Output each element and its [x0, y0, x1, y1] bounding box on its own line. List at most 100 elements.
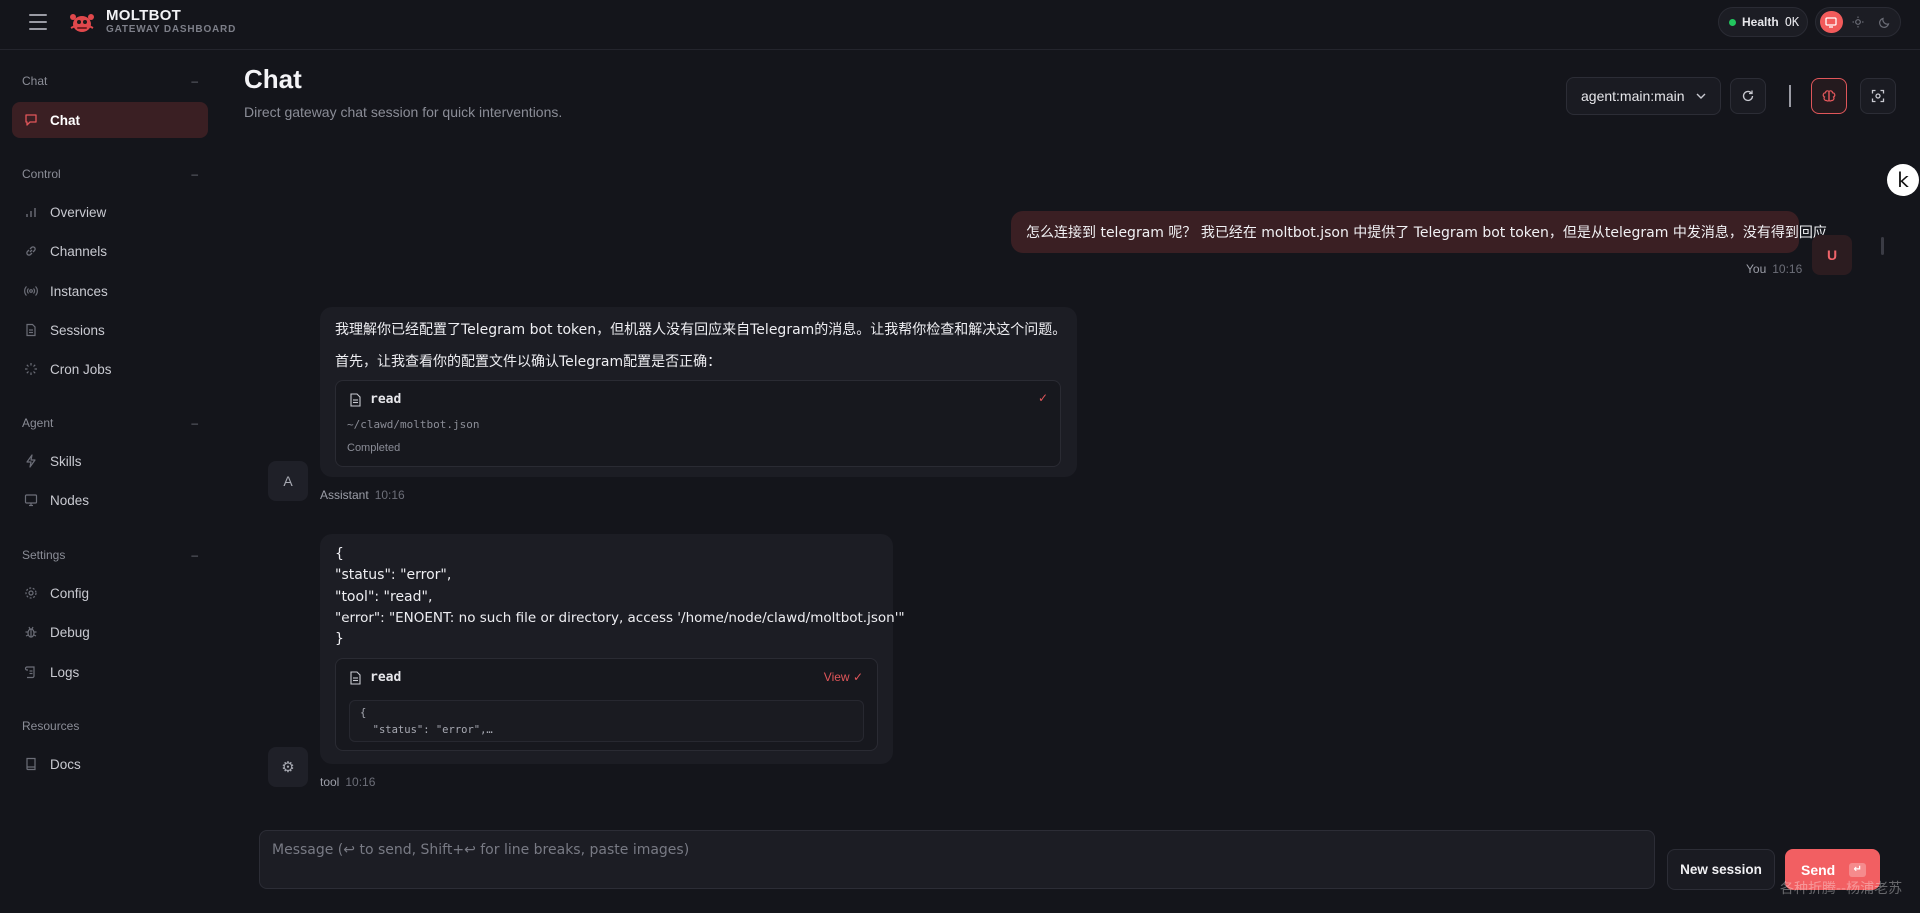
brand-title: MOLTBOT	[106, 7, 182, 24]
file-icon	[24, 323, 38, 337]
bug-icon	[24, 625, 38, 639]
tool-output-card[interactable]: read View ✓ { "status": "error",…	[335, 658, 878, 751]
sidebar-item-instances[interactable]: Instances	[12, 273, 208, 309]
monitor-icon	[24, 493, 38, 507]
message-author: You	[1746, 262, 1767, 276]
tool-name: read	[370, 392, 402, 407]
theme-dark-button[interactable]	[1873, 11, 1896, 33]
sidebar-item-nodes[interactable]: Nodes	[12, 482, 208, 518]
message-composer	[259, 830, 1655, 889]
file-icon	[350, 671, 361, 685]
sidebar-item-skills[interactable]: Skills	[12, 443, 208, 479]
sidebar-item-chat[interactable]: Chat	[12, 102, 208, 138]
tool-avatar: ⚙	[268, 747, 308, 787]
top-bar: MOLTBOT GATEWAY DASHBOARD Health OK	[0, 0, 1920, 50]
tool-call-card[interactable]: read ✓ ~/clawd/moltbot.json Completed	[335, 380, 1061, 467]
monitor-icon	[1825, 16, 1837, 28]
sidebar-item-label: Skills	[50, 453, 82, 469]
preview-line: "status": "error",…	[360, 724, 493, 736]
message-author: tool	[320, 775, 340, 789]
send-label: Send	[1801, 861, 1836, 878]
tool-result-bubble: { "status": "error", "tool": "read", "er…	[320, 534, 905, 764]
sidebar-item-cron-jobs[interactable]: Cron Jobs	[12, 351, 208, 387]
tool-path: ~/clawd/moltbot.json	[347, 418, 480, 431]
scrollbar-thumb[interactable]	[1881, 237, 1884, 255]
sidebar-item-overview[interactable]: Overview	[12, 194, 208, 230]
collapse-icon[interactable]: –	[191, 167, 198, 181]
sidebar-group-settings[interactable]: Settings –	[22, 547, 198, 563]
gear-icon	[24, 586, 38, 600]
sidebar-item-config[interactable]: Config	[12, 575, 208, 611]
user-message-text: 怎么连接到 telegram 呢？ 我已经在 moltbot.json 中提供了…	[1026, 225, 1827, 241]
assistant-text-line: 首先，让我查看你的配置文件以确认Telegram配置是否正确：	[335, 354, 722, 370]
view-label: View	[823, 670, 850, 684]
sidebar-item-label: Sessions	[50, 322, 105, 338]
new-session-button[interactable]: New session	[1667, 849, 1775, 890]
bar-chart-icon	[24, 205, 38, 219]
brain-icon	[1822, 90, 1836, 102]
assistant-message-bubble: 我理解你已经配置了Telegram bot token，但机器人没有回应来自Te…	[320, 307, 1077, 477]
sidebar-item-label: Overview	[50, 204, 107, 220]
session-select-value: agent:main:main	[1581, 88, 1685, 104]
message-input[interactable]	[272, 842, 1642, 858]
enter-key-icon: ↵	[1849, 862, 1867, 877]
brand-subtitle: GATEWAY DASHBOARD	[106, 24, 237, 35]
sidebar-group-resources[interactable]: Resources	[22, 718, 198, 734]
sidebar-item-sessions[interactable]: Sessions	[12, 312, 208, 348]
view-output-link[interactable]: View ✓	[824, 670, 863, 684]
tool-name: read	[370, 670, 402, 685]
sidebar-group-agent[interactable]: Agent –	[22, 415, 198, 431]
page-subtitle: Direct gateway chat session for quick in…	[244, 104, 563, 120]
user-message-bubble: 怎么连接到 telegram 呢？ 我已经在 moltbot.json 中提供了…	[1011, 211, 1827, 253]
moltbot-logo	[70, 14, 94, 32]
toolbar-divider	[1789, 85, 1791, 107]
sidebar-group-title: Chat	[22, 74, 48, 88]
session-select[interactable]: agent:main:main	[1566, 77, 1721, 115]
refresh-button[interactable]	[1730, 78, 1766, 114]
message-icon	[24, 113, 38, 127]
page-title: Chat	[244, 64, 302, 94]
thinking-toggle-button[interactable]	[1811, 78, 1847, 114]
sidebar-item-label: Channels	[50, 243, 108, 259]
collapse-icon[interactable]: –	[191, 74, 198, 88]
check-icon: ✓	[852, 670, 863, 684]
floating-k-button[interactable]: k	[1887, 164, 1919, 196]
focus-icon	[1871, 89, 1885, 103]
tool-status: Completed	[347, 442, 401, 454]
user-message-meta: You 10:16	[1746, 262, 1802, 276]
sidebar-item-logs[interactable]: Logs	[12, 654, 208, 690]
sidebar-group-title: Settings	[22, 548, 66, 562]
sidebar-item-debug[interactable]: Debug	[12, 614, 208, 650]
collapse-icon[interactable]: –	[191, 548, 198, 562]
sidebar-group-title: Control	[22, 167, 61, 181]
check-icon: ✓	[1037, 391, 1048, 405]
tool-result-line: "tool": "read",	[335, 589, 433, 605]
preview-line: {	[360, 707, 367, 719]
tool-message-meta: tool 10:16	[320, 775, 375, 789]
menu-icon[interactable]	[29, 14, 47, 30]
health-value: OK	[1784, 15, 1800, 29]
health-label: Health	[1742, 15, 1779, 29]
sidebar-item-label: Chat	[50, 112, 80, 128]
sidebar-group-chat[interactable]: Chat –	[22, 73, 198, 89]
link-icon	[24, 244, 38, 258]
sidebar-group-title: Agent	[22, 416, 54, 430]
theme-system-button[interactable]	[1820, 11, 1843, 33]
scroll-icon	[24, 665, 38, 679]
theme-light-button[interactable]	[1847, 11, 1870, 33]
collapse-icon[interactable]: –	[191, 416, 198, 430]
message-time: 10:16	[1772, 262, 1803, 276]
message-time: 10:16	[374, 488, 405, 502]
sidebar-item-label: Nodes	[50, 492, 90, 508]
sidebar-item-channels[interactable]: Channels	[12, 233, 208, 269]
focus-mode-button[interactable]	[1860, 78, 1896, 114]
assistant-avatar: A	[268, 461, 308, 501]
sidebar-item-label: Config	[50, 585, 90, 601]
book-icon	[24, 757, 38, 771]
message-author: Assistant	[320, 488, 369, 502]
tool-result-line: "error": "ENOENT: no such file or direct…	[335, 610, 905, 626]
message-time: 10:16	[345, 775, 376, 789]
tool-output-preview: { "status": "error",…	[349, 700, 864, 742]
sidebar-group-control[interactable]: Control –	[22, 166, 198, 182]
sidebar-item-docs[interactable]: Docs	[12, 746, 208, 782]
